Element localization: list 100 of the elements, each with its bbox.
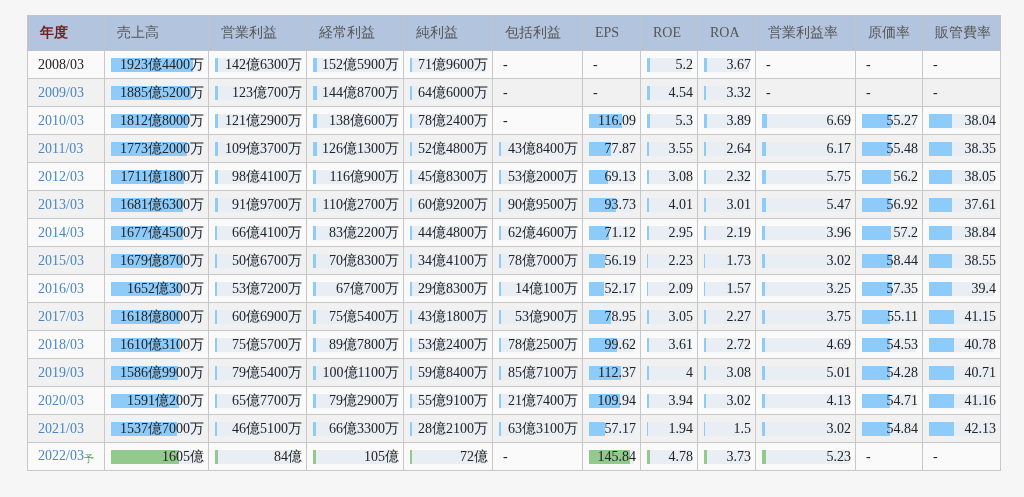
cell-value: 1591億200万 (127, 392, 204, 408)
cell-value: 43億8400万 (508, 140, 578, 156)
cell-value: 53億2000万 (508, 168, 578, 184)
cell-value: - (503, 112, 508, 128)
cell-value: 1618億8000万 (120, 308, 204, 324)
cell-value: 1.94 (668, 420, 693, 436)
cell-value: 70億8300万 (329, 252, 399, 268)
cell-value: 123億700万 (232, 84, 302, 100)
cell-value: 28億2100万 (418, 420, 488, 436)
cell-value: - (933, 56, 938, 72)
cell-value: 3.89 (726, 112, 751, 128)
cell-value: 5.3 (675, 112, 693, 128)
column-header: 包括利益 (492, 15, 583, 51)
cell-value: 1537億7000万 (120, 420, 204, 436)
cell-value: - (866, 448, 871, 464)
cell-value: 93.73 (604, 196, 636, 212)
cell-value: 60億9200万 (418, 196, 488, 212)
column-header: 原価率 (855, 15, 923, 51)
cell-value: 3.01 (726, 196, 751, 212)
cell-value: 1679億8700万 (120, 252, 204, 268)
cell-value: 54.53 (886, 336, 918, 352)
cell-value: 3.73 (726, 448, 751, 464)
cell-value: 69.13 (604, 168, 636, 184)
cell-value: 55億9100万 (418, 392, 488, 408)
cell-value: 2.27 (726, 308, 751, 324)
cell-value: 3.02 (826, 252, 851, 268)
cell-value: 98億4100万 (232, 168, 302, 184)
year-label: 2008/03 (38, 56, 84, 72)
cell-value: 5.01 (826, 364, 851, 380)
cell-value: 53億2400万 (418, 336, 488, 352)
cell-value: 1586億9900万 (120, 364, 204, 380)
cell-value: 52億4800万 (418, 140, 488, 156)
cell-value: 110億2700万 (322, 196, 399, 212)
cell-value: 83億2200万 (329, 224, 399, 240)
cell-value: 78億7000万 (508, 252, 578, 268)
cell-value: - (766, 56, 771, 72)
cell-value: 45億8300万 (418, 168, 488, 184)
cell-value: 54.71 (886, 392, 918, 408)
cell-value: 57.2 (893, 224, 918, 240)
cell-value: 6.69 (826, 112, 851, 128)
cell-value: 40.71 (964, 364, 996, 380)
column-header: 営業利益率 (755, 15, 856, 51)
cell-value: 41.16 (964, 392, 996, 408)
column-header: 売上高 (104, 15, 209, 51)
cell-value: 109億3700万 (225, 140, 302, 156)
cell-value: - (933, 448, 938, 464)
cell-value: 1610億3100万 (120, 336, 204, 352)
cell-value: 84億 (274, 448, 302, 464)
cell-value: - (503, 448, 508, 464)
cell-value: - (503, 84, 508, 100)
cell-value: 3.08 (726, 364, 751, 380)
cell-value: - (503, 56, 508, 72)
cell-value: 46億5100万 (232, 420, 302, 436)
cell-value: - (593, 84, 598, 100)
cell-value: 121億2900万 (225, 112, 302, 128)
cell-value: 2.95 (668, 224, 693, 240)
column-header: 年度 (27, 15, 105, 51)
cell-value: 1677億4500万 (120, 224, 204, 240)
cell-value: 38.35 (964, 140, 996, 156)
cell-value: 43億1800万 (418, 308, 488, 324)
cell-value: 40.78 (964, 336, 996, 352)
cell-value: 109.94 (597, 392, 636, 408)
cell-value: 55.27 (886, 112, 918, 128)
cell-value: 6.17 (826, 140, 851, 156)
cell-value: 3.02 (726, 392, 751, 408)
cell-value: - (593, 56, 598, 72)
cell-value: 71億9600万 (418, 56, 488, 72)
cell-value: 64億6000万 (418, 84, 488, 100)
cell-value: 1711億1800万 (120, 168, 204, 184)
column-header: ROE (640, 15, 698, 51)
cell-value: 105億 (364, 448, 399, 464)
cell-value: 1923億4400万 (120, 56, 204, 72)
cell-value: - (866, 84, 871, 100)
column-header: 営業利益 (208, 15, 307, 51)
cell-value: 58.44 (886, 252, 918, 268)
cell-value: 53億900万 (515, 308, 578, 324)
cell-value: 116億900万 (329, 168, 399, 184)
cell-value: - (933, 84, 938, 100)
cell-value: 78.95 (604, 308, 636, 324)
cell-value: 38.04 (964, 112, 996, 128)
cell-value: 34億4100万 (418, 252, 488, 268)
cell-value: 1681億6300万 (120, 196, 204, 212)
cell-value: 2.32 (726, 168, 751, 184)
cell-value: 1.57 (726, 280, 751, 296)
cell-value: 75億5400万 (329, 308, 399, 324)
year-link[interactable]: 2022/03 (38, 447, 84, 463)
cell-value: 112.37 (598, 364, 636, 380)
cell-value: 1.5 (733, 420, 751, 436)
cell-value: 55.11 (887, 308, 918, 324)
cell-value: 56.2 (893, 168, 918, 184)
cell-value: 2.23 (668, 252, 693, 268)
cell-value: 37.61 (964, 196, 996, 212)
cell-value: 90億9500万 (508, 196, 578, 212)
cell-value: 142億6300万 (225, 56, 302, 72)
cell-value: 77.87 (604, 140, 636, 156)
forecast-mark: 予 (83, 452, 94, 464)
cell-value: 3.55 (668, 140, 693, 156)
column-header: 純利益 (403, 15, 493, 51)
cell-value: 3.05 (668, 308, 693, 324)
cell-value: 75億5700万 (232, 336, 302, 352)
